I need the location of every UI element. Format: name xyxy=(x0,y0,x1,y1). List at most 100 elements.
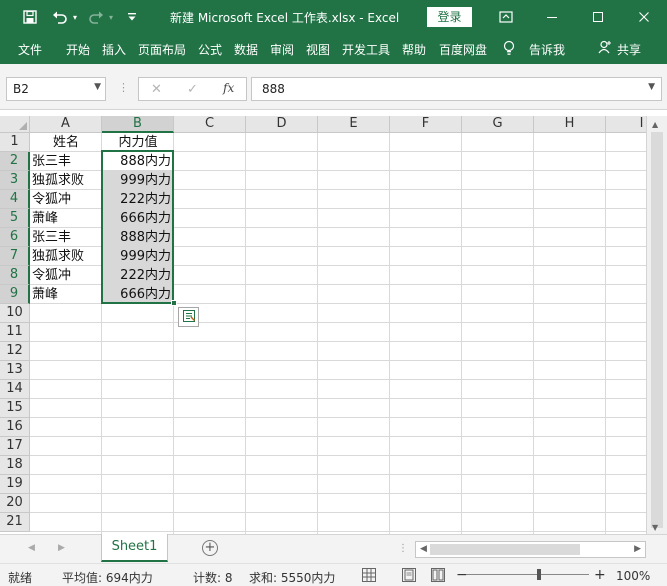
scroll-up-icon[interactable]: ▲ xyxy=(652,120,658,129)
row-header[interactable]: 2 xyxy=(0,152,30,171)
cell-a8[interactable]: 令狐冲 xyxy=(32,266,102,285)
chevron-down-icon[interactable]: ▼ xyxy=(94,82,101,92)
zoom-slider[interactable] xyxy=(466,574,589,575)
zoom-out-button[interactable]: − xyxy=(456,567,468,583)
column-header-d[interactable]: D xyxy=(246,116,318,133)
tab-page-layout[interactable]: 页面布局 xyxy=(138,41,186,58)
tab-review[interactable]: 审阅 xyxy=(270,41,294,58)
ribbon-display-icon[interactable] xyxy=(483,0,529,34)
maximize-icon[interactable] xyxy=(575,0,621,34)
row-header[interactable]: 11 xyxy=(0,323,30,342)
row-header[interactable]: 13 xyxy=(0,361,30,380)
tab-baidu-netdisk[interactable]: 百度网盘 xyxy=(439,41,487,58)
row-header[interactable]: 3 xyxy=(0,171,30,190)
next-sheet-icon[interactable]: ▶ xyxy=(58,543,65,553)
column-header-i[interactable]: I xyxy=(606,116,646,133)
column-header-b[interactable]: B xyxy=(102,116,174,133)
cell-a1[interactable]: 姓名 xyxy=(30,133,102,152)
prev-sheet-icon[interactable]: ◀ xyxy=(28,543,35,553)
add-sheet-icon[interactable]: + xyxy=(202,540,218,556)
minimize-icon[interactable] xyxy=(529,0,575,34)
zoom-in-button[interactable]: + xyxy=(594,567,606,583)
fill-handle[interactable] xyxy=(171,300,177,306)
share-user-icon[interactable] xyxy=(598,40,612,57)
tab-split-grip-icon[interactable]: ⋮ xyxy=(398,543,408,554)
expand-formula-icon[interactable]: ▼ xyxy=(648,82,655,92)
row-header[interactable]: 7 xyxy=(0,247,30,266)
cancel-icon[interactable]: ✕ xyxy=(151,82,162,97)
scroll-left-icon[interactable]: ◀ xyxy=(420,544,427,554)
row-header[interactable]: 16 xyxy=(0,418,30,437)
row-header[interactable]: 18 xyxy=(0,456,30,475)
gridline xyxy=(30,341,646,342)
row-header[interactable]: 14 xyxy=(0,380,30,399)
tab-insert[interactable]: 插入 xyxy=(102,41,126,58)
vertical-scroll-thumb[interactable] xyxy=(651,132,663,528)
row-header[interactable]: 21 xyxy=(0,513,30,532)
scroll-right-icon[interactable]: ▶ xyxy=(634,544,641,554)
insert-function-icon[interactable]: fx xyxy=(223,81,234,95)
row-header[interactable]: 5 xyxy=(0,209,30,228)
tell-me-label[interactable]: 告诉我 xyxy=(529,41,565,58)
undo-icon[interactable] xyxy=(52,9,68,25)
tab-view[interactable]: 视图 xyxy=(306,41,330,58)
horizontal-scrollbar[interactable]: ◀ ▶ xyxy=(415,541,646,558)
horizontal-scroll-thumb[interactable] xyxy=(430,544,580,555)
column-header-h[interactable]: H xyxy=(534,116,606,133)
cell-a6[interactable]: 张三丰 xyxy=(32,228,102,247)
cell-a9[interactable]: 萧峰 xyxy=(32,285,102,304)
login-button[interactable]: 登录 xyxy=(427,7,472,27)
enter-icon[interactable]: ✓ xyxy=(187,82,198,97)
tab-developer[interactable]: 开发工具 xyxy=(342,41,390,58)
column-header-e[interactable]: E xyxy=(318,116,390,133)
cell-a7[interactable]: 独孤求败 xyxy=(32,247,102,266)
tab-home[interactable]: 开始 xyxy=(66,41,90,58)
row-header[interactable]: 6 xyxy=(0,228,30,247)
row-header[interactable]: 12 xyxy=(0,342,30,361)
zoom-level[interactable]: 100% xyxy=(616,569,650,583)
row-header[interactable]: 10 xyxy=(0,304,30,323)
row-header[interactable]: 15 xyxy=(0,399,30,418)
row-header[interactable]: 17 xyxy=(0,437,30,456)
page-break-view-icon[interactable] xyxy=(431,568,445,582)
lightbulb-icon[interactable] xyxy=(503,40,515,59)
undo-dropdown-icon[interactable]: ▾ xyxy=(70,9,80,25)
save-icon[interactable] xyxy=(22,9,38,25)
row-header[interactable]: 9 xyxy=(0,285,30,304)
worksheet-grid[interactable]: A B C D E F G H I 1 2 3 4 5 6 7 8 9 10 1… xyxy=(0,116,646,534)
page-layout-view-icon[interactable] xyxy=(402,568,416,582)
cell-a2[interactable]: 张三丰 xyxy=(32,152,102,171)
window-title: 新建 Microsoft Excel 工作表.xlsx - Excel xyxy=(170,11,400,25)
name-box[interactable]: B2 ▼ xyxy=(6,77,106,101)
column-header-a[interactable]: A xyxy=(30,116,102,133)
normal-view-icon[interactable] xyxy=(362,568,376,582)
tab-file[interactable]: 文件 xyxy=(18,41,42,58)
scroll-down-icon[interactable]: ▼ xyxy=(652,523,658,532)
customize-qat-icon[interactable] xyxy=(124,9,140,25)
vertical-scrollbar[interactable]: ▲ ▼ xyxy=(646,116,667,534)
row-header[interactable]: 4 xyxy=(0,190,30,209)
row-header[interactable]: 20 xyxy=(0,494,30,513)
cell-a3[interactable]: 独孤求败 xyxy=(32,171,102,190)
close-icon[interactable] xyxy=(621,0,667,34)
redo-icon[interactable] xyxy=(88,9,104,25)
row-header[interactable]: 19 xyxy=(0,475,30,494)
column-header-g[interactable]: G xyxy=(462,116,534,133)
row-header[interactable]: 8 xyxy=(0,266,30,285)
zoom-slider-thumb[interactable] xyxy=(537,569,541,580)
sheet-tab-sheet1[interactable]: Sheet1 xyxy=(101,534,168,562)
redo-dropdown-icon[interactable]: ▾ xyxy=(106,9,116,25)
column-header-c[interactable]: C xyxy=(174,116,246,133)
tab-formulas[interactable]: 公式 xyxy=(198,41,222,58)
cell-a4[interactable]: 令狐冲 xyxy=(32,190,102,209)
cell-a5[interactable]: 萧峰 xyxy=(32,209,102,228)
select-all-corner[interactable] xyxy=(0,116,30,133)
share-label[interactable]: 共享 xyxy=(617,41,641,58)
formula-buttons: ✕ ✓ fx xyxy=(138,77,247,101)
tab-help[interactable]: 帮助 xyxy=(402,41,426,58)
column-header-f[interactable]: F xyxy=(390,116,462,133)
formula-input[interactable]: 888 ▼ xyxy=(251,77,662,101)
tab-data[interactable]: 数据 xyxy=(234,41,258,58)
paste-options-button[interactable] xyxy=(178,307,199,327)
row-header[interactable]: 1 xyxy=(0,133,30,152)
